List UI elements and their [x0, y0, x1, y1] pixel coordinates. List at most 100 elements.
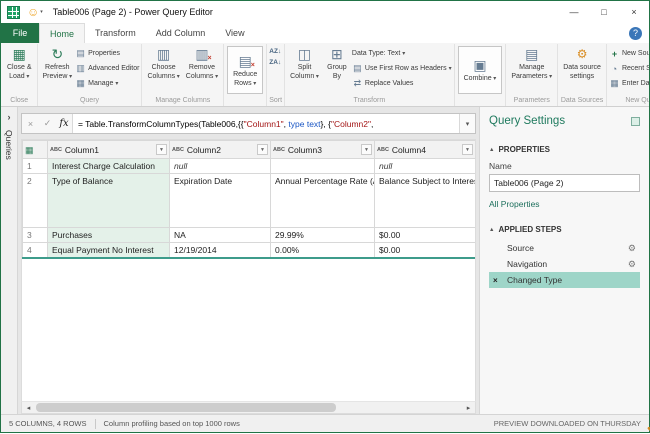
cell[interactable]: $0.00 — [375, 243, 476, 259]
close-button[interactable]: × — [619, 1, 649, 23]
combine-button[interactable]: ▣ Combine — [458, 46, 503, 94]
row-number[interactable]: 2 — [23, 174, 48, 228]
scroll-left-icon[interactable]: ◂ — [22, 404, 35, 412]
close-and-load-button[interactable]: ▦ Close & Load — [4, 44, 35, 82]
refresh-preview-button[interactable]: ↻ Refresh Preview — [40, 44, 76, 82]
tab-transform[interactable]: Transform — [85, 23, 146, 43]
cell[interactable]: 0.00% — [271, 243, 375, 259]
cell[interactable]: Purchases — [48, 228, 170, 243]
minimize-button[interactable]: — — [559, 1, 589, 23]
data-source-settings-button[interactable]: ⚙ Data source settings — [560, 44, 604, 82]
column-header-column4[interactable]: ABC Column4 ▼ — [375, 141, 476, 159]
feedback-smiley-button[interactable]: ☺ ▾ — [27, 6, 43, 18]
cell[interactable]: Interest Charge Calculation — [48, 159, 170, 174]
enter-data-button[interactable]: ▦✎ Enter Data — [609, 77, 649, 90]
split-column-button[interactable]: ◫ Split Column — [287, 44, 322, 82]
manage-label: Manage — [88, 80, 113, 87]
cell[interactable]: Balance Subject to Interest Rate — [375, 174, 476, 228]
table-row: 3 Purchases NA 29.99% $0.00 — [23, 228, 476, 243]
collapse-panel-icon[interactable] — [631, 117, 640, 126]
expand-queries-pane-icon[interactable]: › — [8, 112, 11, 122]
column-header-column1[interactable]: ABC Column1 ▼ — [48, 141, 170, 159]
properties-section-header[interactable]: ▲ PROPERTIES — [489, 145, 640, 154]
applied-step-changed-type[interactable]: × Changed Type — [489, 272, 640, 288]
cell[interactable]: Type of Balance — [48, 174, 170, 228]
all-properties-link[interactable]: All Properties — [489, 199, 540, 209]
new-source-button[interactable]: + New Source ▾ — [609, 47, 649, 60]
row-number[interactable]: 4 — [23, 243, 48, 259]
cell[interactable] — [271, 159, 375, 174]
group-by-button[interactable]: ⊞ Group By — [322, 44, 352, 82]
query-name-input[interactable] — [489, 174, 640, 192]
chevron-down-icon: ▾ — [40, 9, 43, 15]
step-settings-gear-icon[interactable]: ⚙ — [628, 243, 636, 254]
tab-file[interactable]: File — [1, 23, 39, 43]
smiley-icon: ☺ — [27, 6, 39, 18]
cell[interactable]: null — [170, 159, 271, 174]
column-header-column3[interactable]: ABC Column3 ▼ — [271, 141, 375, 159]
properties-label: Properties — [88, 50, 120, 57]
advanced-editor-button[interactable]: ▥ Advanced Editor — [75, 62, 139, 75]
select-all-corner[interactable]: ▦ — [23, 141, 48, 159]
sort-descending-button[interactable]: ZA↓ — [269, 59, 281, 67]
cell[interactable]: Equal Payment No Interest — [48, 243, 170, 259]
delete-step-icon[interactable]: × — [493, 276, 505, 285]
filter-dropdown-icon[interactable]: ▼ — [361, 144, 372, 155]
help-button[interactable]: ? — [629, 27, 642, 40]
ribbon-group-parameters: ▤ Manage Parameters Parameters — [506, 44, 558, 106]
cell[interactable]: 29.99% — [271, 228, 375, 243]
manage-button[interactable]: ▦ Manage ▾ — [75, 77, 139, 90]
row-number[interactable]: 1 — [23, 159, 48, 174]
cancel-formula-icon[interactable]: × — [22, 114, 39, 133]
text-type-icon: ABC — [172, 144, 184, 156]
manage-icon: ▦ — [75, 78, 86, 89]
remove-columns-icon: ▥× — [195, 46, 208, 63]
applied-step-source[interactable]: × Source ⚙ — [489, 240, 640, 256]
cell[interactable]: null — [375, 159, 476, 174]
tab-add-column[interactable]: Add Column — [146, 23, 216, 43]
recent-sources-button[interactable]: ◔ Recent Sources ▾ — [609, 62, 649, 75]
group-label-data-sources: Data Sources — [560, 95, 604, 106]
cell[interactable]: Annual Percentage Rate (APR) — [271, 174, 375, 228]
commit-formula-icon[interactable]: ✓ — [39, 114, 56, 133]
sort-ascending-button[interactable]: AZ↓ — [269, 48, 281, 56]
scroll-right-icon[interactable]: ▸ — [462, 404, 475, 412]
reduce-rows-button[interactable]: ▤× Reduce Rows — [227, 46, 263, 94]
filter-dropdown-icon[interactable]: ▼ — [462, 144, 473, 155]
table-row: 1 Interest Charge Calculation null null — [23, 159, 476, 174]
cell[interactable]: 12/19/2014 — [170, 243, 271, 259]
cell[interactable]: NA — [170, 228, 271, 243]
applied-steps-section-header[interactable]: ▲ APPLIED STEPS — [489, 225, 640, 234]
split-column-icon: ◫ — [298, 46, 311, 63]
filter-dropdown-icon[interactable]: ▼ — [156, 144, 167, 155]
tab-view[interactable]: View — [215, 23, 254, 43]
data-grid: ▦ ABC Column1 ▼ — [22, 140, 476, 259]
scrollbar-thumb[interactable] — [36, 403, 336, 412]
replace-values-button[interactable]: ⇄ Replace Values — [352, 77, 452, 90]
advanced-editor-icon: ▥ — [75, 63, 86, 74]
queries-pane-collapsed[interactable]: › Queries — [1, 107, 18, 414]
filter-dropdown-icon[interactable]: ▼ — [257, 144, 268, 155]
manage-parameters-button[interactable]: ▤ Manage Parameters — [508, 44, 555, 82]
formula-input[interactable]: = Table.TransformColumnTypes(Table006,{{… — [73, 114, 459, 133]
maximize-button[interactable]: □ — [589, 1, 619, 23]
formula-string: "Column2" — [331, 119, 371, 129]
fx-icon: fx — [56, 114, 73, 133]
properties-button[interactable]: ▤ Properties — [75, 47, 139, 60]
choose-columns-button[interactable]: ▥ Choose Columns — [144, 44, 182, 82]
combine-icon: ▣ — [473, 57, 486, 74]
status-profiling-info[interactable]: Column profiling based on top 1000 rows — [104, 419, 240, 428]
tab-home[interactable]: Home — [39, 23, 85, 43]
cell[interactable]: $0.00 — [375, 228, 476, 243]
text-type-icon: ABC — [273, 144, 285, 156]
expand-formula-bar-icon[interactable]: ▾ — [459, 114, 475, 133]
step-settings-gear-icon[interactable]: ⚙ — [628, 259, 636, 270]
horizontal-scrollbar[interactable]: ◂ ▸ — [21, 401, 476, 414]
column-header-column2[interactable]: ABC Column2 ▼ — [170, 141, 271, 159]
cell[interactable]: Expiration Date — [170, 174, 271, 228]
applied-step-navigation[interactable]: × Navigation ⚙ — [489, 256, 640, 272]
row-number[interactable]: 3 — [23, 228, 48, 243]
remove-columns-button[interactable]: ▥× Remove Columns — [183, 44, 221, 82]
data-type-button[interactable]: Data Type: Text ▾ — [352, 47, 452, 60]
use-first-row-as-headers-button[interactable]: ▤ Use First Row as Headers ▾ — [352, 62, 452, 75]
